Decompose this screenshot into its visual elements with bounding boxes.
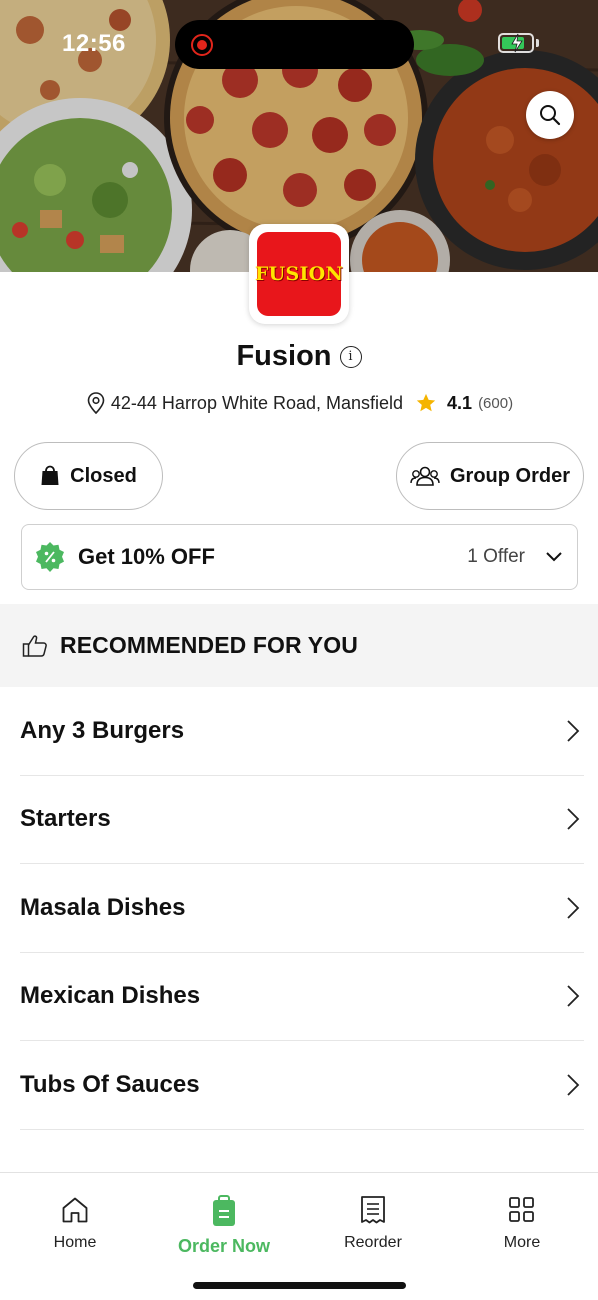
bottom-navigation: Home Order Now Reorder More [0, 1172, 598, 1300]
store-address: 42-44 Harrop White Road, Mansfield [110, 392, 404, 413]
star-icon [416, 393, 436, 412]
search-button[interactable] [526, 91, 574, 139]
charging-bolt-icon [511, 33, 523, 53]
store-address-row: 42-44 Harrop White Road, Mansfield 4.1 (… [0, 391, 598, 415]
group-order-button[interactable]: Group Order [396, 442, 584, 510]
nav-reorder-label: Reorder [344, 1234, 402, 1251]
nav-more-label: More [503, 1234, 541, 1251]
store-rating: 4.1 [447, 392, 473, 413]
category-label: Mexican Dishes [20, 982, 201, 1010]
grid-icon [509, 1197, 534, 1222]
chevron-right-icon [567, 1074, 580, 1096]
discount-badge-icon [36, 542, 64, 572]
store-header: Fusion i [0, 340, 598, 373]
category-row-masala-dishes[interactable]: Masala Dishes [20, 864, 584, 953]
offer-count: 1 Offer [467, 546, 525, 567]
group-users-icon [410, 466, 440, 486]
info-icon[interactable]: i [339, 345, 362, 368]
order-bag-icon [213, 1195, 235, 1226]
home-indicator[interactable] [193, 1282, 406, 1289]
screen-record-icon [191, 34, 213, 56]
offer-title: Get 10% OFF [78, 544, 215, 569]
location-pin-icon [87, 392, 105, 415]
shopping-bag-icon [41, 465, 59, 485]
nav-order-now-label: Order Now [177, 1236, 270, 1256]
offer-banner[interactable]: Get 10% OFF 1 Offer [21, 524, 578, 590]
thumbs-up-icon [22, 634, 47, 657]
dynamic-island [175, 20, 414, 69]
category-label: Any 3 Burgers [20, 716, 185, 744]
nav-more[interactable]: More [462, 1195, 582, 1252]
chevron-right-icon [567, 720, 580, 742]
category-label: Tubs Of Sauces [20, 1070, 200, 1098]
group-order-label: Group Order [449, 464, 570, 487]
category-row-tubs-of-sauces[interactable]: Tubs Of Sauces [20, 1041, 584, 1130]
receipt-icon [361, 1196, 385, 1224]
store-name: Fusion [236, 340, 332, 372]
category-list: Any 3 Burgers Starters Masala Dishes Mex… [20, 687, 584, 1130]
store-status-button[interactable]: Closed [14, 442, 163, 510]
nav-home-label: Home [53, 1234, 97, 1251]
store-logo-badge: FUSION [254, 232, 344, 316]
store-logo-text: FUSION [254, 263, 344, 285]
section-title: RECOMMENDED FOR YOU [60, 632, 358, 658]
category-label: Masala Dishes [20, 893, 186, 921]
chevron-right-icon [567, 897, 580, 919]
nav-home[interactable]: Home [15, 1195, 135, 1252]
home-icon [62, 1197, 88, 1223]
battery-cap [536, 39, 539, 47]
chevron-right-icon [567, 985, 580, 1007]
category-row-starters[interactable]: Starters [20, 776, 584, 864]
recommended-section-header: RECOMMENDED FOR YOU [0, 604, 598, 687]
category-row-mexican-dishes[interactable]: Mexican Dishes [20, 953, 584, 1041]
nav-order-now[interactable]: Order Now [164, 1195, 284, 1257]
store-rating-count: (600) [478, 394, 514, 412]
category-row-any-3-burgers[interactable]: Any 3 Burgers [20, 687, 584, 776]
status-time: 12:56 [62, 30, 126, 57]
search-icon [540, 105, 561, 126]
nav-reorder[interactable]: Reorder [313, 1195, 433, 1252]
chevron-right-icon [567, 808, 580, 830]
store-status-label: Closed [70, 464, 137, 487]
chevron-down-icon[interactable] [545, 551, 563, 563]
store-logo: FUSION [249, 224, 349, 324]
category-label: Starters [20, 805, 111, 833]
